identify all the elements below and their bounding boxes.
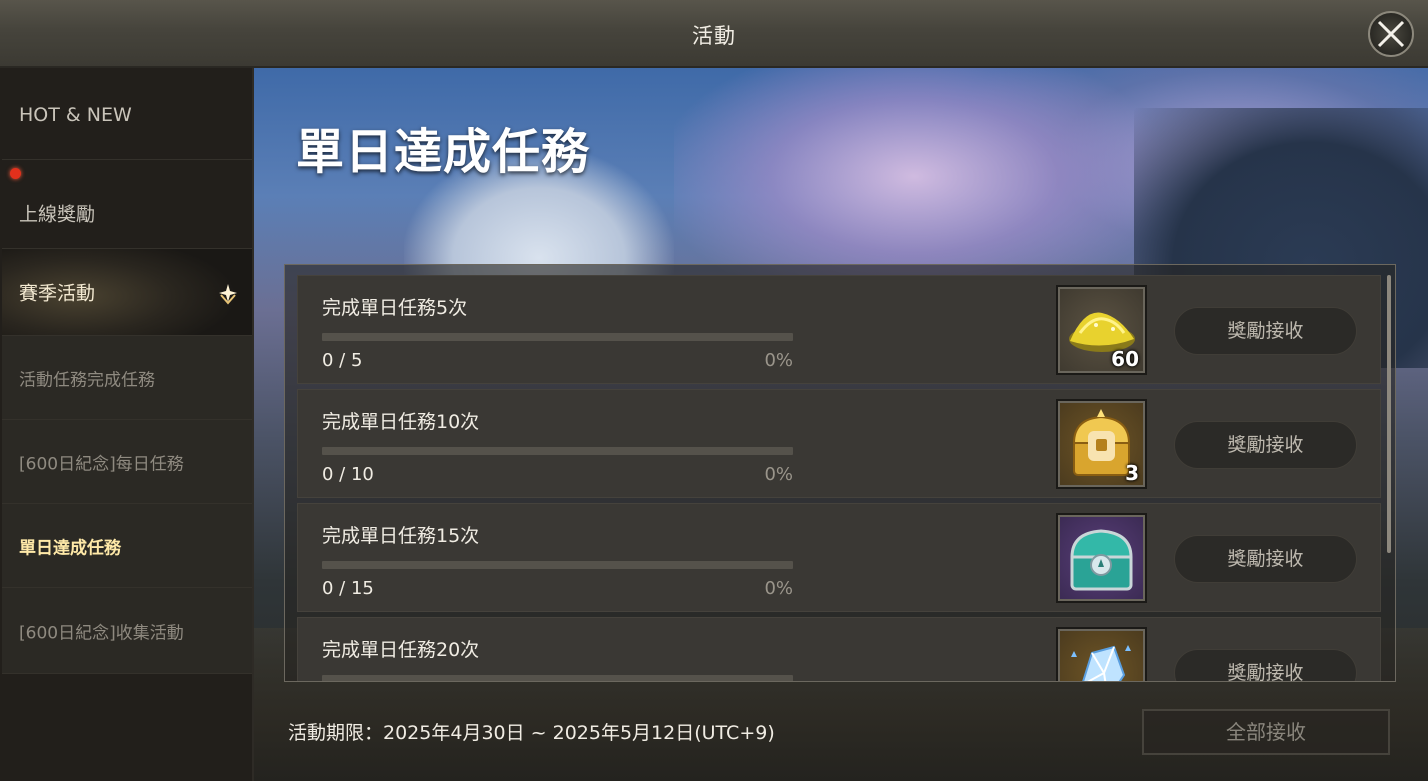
reward-quantity: 60: [1111, 347, 1139, 371]
progress-percent: 0%: [764, 578, 793, 599]
chevron-down-icon[interactable]: [216, 282, 240, 306]
sidebar-item-season-event[interactable]: 賽季活動: [2, 249, 252, 336]
sidebar-item-600-daily[interactable]: [600日紀念]每日任務: [2, 420, 252, 504]
progress-count: 0 / 5: [322, 350, 363, 371]
reward-item[interactable]: [1056, 627, 1147, 681]
reward-quantity: 3: [1125, 461, 1139, 485]
close-button[interactable]: [1368, 11, 1414, 57]
sidebar-item-daily-achievement[interactable]: 單日達成任務: [2, 504, 252, 588]
event-period: 活動期限：2025年4月30日 ~ 2025年5月12日(UTC+9): [288, 722, 775, 744]
sidebar-item-login-reward[interactable]: 上線獎勵: [2, 160, 252, 249]
reward-item[interactable]: 3: [1056, 399, 1147, 489]
mission-title: 完成單日任務5次: [322, 297, 468, 319]
mission-row: 完成單日任務20次 獎勵接收: [297, 617, 1381, 681]
progress-count: 0 / 15: [322, 578, 374, 599]
claim-reward-button[interactable]: 獎勵接收: [1174, 535, 1357, 583]
mission-title: 完成單日任務20次: [322, 639, 480, 661]
close-icon: [1377, 20, 1405, 48]
sidebar-item-label: 單日達成任務: [19, 538, 121, 558]
progress-bar: [322, 447, 793, 455]
sidebar-item-600-collect[interactable]: [600日紀念]收集活動: [2, 588, 252, 674]
claim-reward-button[interactable]: 獎勵接收: [1174, 421, 1357, 469]
progress-count: 0 / 10: [322, 464, 374, 485]
sidebar-item-label: 上線獎勵: [19, 203, 96, 226]
mission-row: 完成單日任務5次 0 / 5 0% 60 獎勵接收: [297, 275, 1381, 384]
progress-percent: 0%: [764, 464, 793, 485]
progress-bar: [322, 675, 793, 681]
sidebar-item-label: HOT & NEW: [19, 103, 132, 126]
sidebar-item-hot-new[interactable]: HOT & NEW: [2, 70, 252, 160]
sidebar-item-label: [600日紀念]收集活動: [19, 623, 184, 643]
claim-reward-button[interactable]: 獎勵接收: [1174, 307, 1357, 355]
event-content: 單日達成任務 完成單日任務5次 0 / 5 0% 60 獎勵接收 完成單日任務1…: [254, 68, 1428, 781]
claim-all-button[interactable]: 全部接收: [1142, 709, 1390, 755]
title-bar: 活動: [0, 0, 1428, 68]
reward-item[interactable]: 60: [1056, 285, 1147, 375]
crystal-icon: [1071, 645, 1131, 681]
claim-reward-button[interactable]: 獎勵接收: [1174, 649, 1357, 681]
mission-row: 完成單日任務15次 0 / 15 0% 獎勵接收: [297, 503, 1381, 612]
mission-title: 完成單日任務15次: [322, 525, 480, 547]
notification-dot: [10, 168, 21, 179]
mission-row: 完成單日任務10次 0 / 10 0% 3 獎勵接收: [297, 389, 1381, 498]
mission-list[interactable]: 完成單日任務5次 0 / 5 0% 60 獎勵接收 完成單日任務10次 0 / …: [284, 264, 1396, 682]
scrollbar[interactable]: [1387, 275, 1391, 553]
sidebar-item-label: [600日紀念]每日任務: [19, 454, 184, 474]
mission-title: 完成單日任務10次: [322, 411, 480, 433]
sidebar-item-event-mission[interactable]: 活動任務完成任務: [2, 336, 252, 420]
progress-percent: 0%: [764, 350, 793, 371]
reward-item[interactable]: [1056, 513, 1147, 603]
event-title: 單日達成任務: [296, 124, 591, 180]
progress-bar: [322, 561, 793, 569]
jade-chest-icon: [1070, 529, 1133, 591]
window-title: 活動: [692, 24, 736, 48]
sidebar-item-label: 活動任務完成任務: [19, 370, 155, 390]
progress-bar: [322, 333, 793, 341]
sidebar-item-label: 賽季活動: [19, 282, 96, 305]
